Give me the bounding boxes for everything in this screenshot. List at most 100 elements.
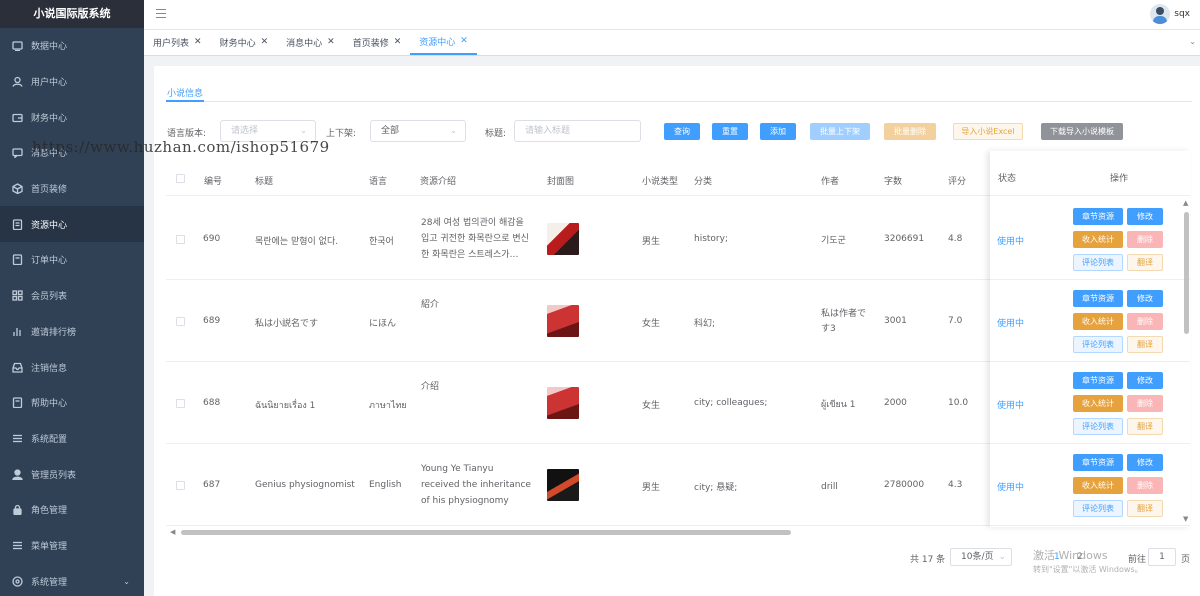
username[interactable]: sqx: [1174, 9, 1190, 19]
tag-message[interactable]: 消息中心 ✕: [277, 29, 344, 55]
select-all-checkbox[interactable]: [176, 174, 185, 183]
row-checkbox[interactable]: [176, 317, 185, 326]
batch-shelf-button[interactable]: 批量上下架: [810, 123, 870, 140]
row-checkbox[interactable]: [176, 399, 185, 408]
sidebar-item-12[interactable]: 管理员列表: [0, 456, 144, 492]
sidebar-item-2[interactable]: 财务中心: [0, 99, 144, 135]
edit-button[interactable]: 修改: [1127, 290, 1163, 307]
cell-title: 私は小説名です: [255, 319, 319, 329]
row-checkbox[interactable]: [176, 235, 185, 244]
sidebar-item-8[interactable]: 邀请排行榜: [0, 314, 144, 350]
income-button[interactable]: 收入统计: [1073, 477, 1123, 494]
sidebar-item-label: 会员列表: [31, 292, 68, 303]
sidebar-item-9[interactable]: 注销信息: [0, 349, 144, 385]
sidebar-item-label: 财务中心: [31, 113, 68, 124]
tag-resource[interactable]: 资源中心 ✕: [410, 29, 477, 55]
divider: [166, 101, 1192, 102]
query-button[interactable]: 查询: [664, 123, 700, 140]
scroll-left-icon[interactable]: ◀: [170, 528, 175, 536]
goto-page-input[interactable]: 1: [1148, 548, 1176, 566]
table-header: 编号 标题 语言 资源介绍 封面图 小说类型 分类 作者 字数 评分: [166, 162, 991, 196]
scroll-up-icon[interactable]: ▲: [1183, 199, 1188, 207]
windows-activation-hint: 转到"设置"以激活 Windows。: [1033, 565, 1143, 574]
chapter-button[interactable]: 章节资源: [1073, 208, 1123, 225]
comments-button[interactable]: 评论列表: [1073, 418, 1123, 435]
ops-row: 使用中 章节资源 修改 收入统计 删除 评论列表 翻译: [990, 444, 1190, 526]
sidebar-item-15[interactable]: 系统管理 ⌄: [0, 563, 144, 596]
translate-button[interactable]: 翻译: [1127, 418, 1163, 435]
tag-finance[interactable]: 财务中心 ✕: [211, 29, 278, 55]
tab-active-bar: [166, 100, 204, 102]
tag-label: 消息中心: [286, 38, 323, 49]
avatar[interactable]: [1150, 4, 1170, 24]
page-size-select[interactable]: 10条/页 ⌄: [950, 548, 1012, 566]
delete-button[interactable]: 删除: [1127, 477, 1163, 494]
cell-intro: 紹介: [421, 300, 440, 310]
download-template-button[interactable]: 下载导入小说模板: [1041, 123, 1123, 140]
vertical-scroll-thumb[interactable]: [1184, 212, 1189, 334]
chevron-down-icon[interactable]: ⌄: [1189, 37, 1196, 46]
chapter-button[interactable]: 章节资源: [1073, 454, 1123, 471]
close-icon[interactable]: ✕: [460, 36, 468, 46]
sidebar-item-1[interactable]: 用户中心: [0, 64, 144, 100]
status-link[interactable]: 使用中: [997, 398, 1024, 411]
delete-button[interactable]: 删除: [1127, 231, 1163, 248]
translate-button[interactable]: 翻译: [1127, 500, 1163, 517]
fixed-ops-column: 状态 操作 使用中 章节资源 修改 收入统计 删除 评论列表 翻译 使用中 章节资源 修改 收入统计…: [990, 151, 1190, 527]
status-link[interactable]: 使用中: [997, 234, 1024, 247]
sidebar-item-6[interactable]: 订单中心: [0, 242, 144, 278]
add-button[interactable]: 添加: [760, 123, 796, 140]
income-button[interactable]: 收入统计: [1073, 231, 1123, 248]
cell-score: 4.3: [948, 480, 963, 490]
sidebar-item-4[interactable]: 首页装修: [0, 171, 144, 207]
translate-button[interactable]: 翻译: [1127, 336, 1163, 353]
horizontal-scroll-thumb[interactable]: [181, 530, 791, 535]
close-icon[interactable]: ✕: [194, 37, 202, 47]
comments-button[interactable]: 评论列表: [1073, 336, 1123, 353]
cell-category: city; colleagues;: [694, 398, 768, 408]
chapter-button[interactable]: 章节资源: [1073, 290, 1123, 307]
hamburger-icon[interactable]: [156, 9, 166, 19]
shelf-select[interactable]: 全部 ⌄: [370, 120, 466, 142]
edit-button[interactable]: 修改: [1127, 208, 1163, 225]
status-link[interactable]: 使用中: [997, 316, 1024, 329]
comments-button[interactable]: 评论列表: [1073, 500, 1123, 517]
tab-novel-info[interactable]: 小说信息: [167, 86, 203, 99]
chapter-button[interactable]: 章节资源: [1073, 372, 1123, 389]
income-button[interactable]: 收入统计: [1073, 313, 1123, 330]
translate-button[interactable]: 翻译: [1127, 254, 1163, 271]
delete-button[interactable]: 删除: [1127, 395, 1163, 412]
sidebar-item-13[interactable]: 角色管理: [0, 492, 144, 528]
title-input[interactable]: 请输入标题: [514, 120, 641, 142]
cell-words: 3001: [884, 316, 907, 326]
row-checkbox[interactable]: [176, 481, 185, 490]
sidebar-item-10[interactable]: 帮助中心: [0, 385, 144, 421]
title-placeholder: 请输入标题: [525, 126, 571, 136]
tag-user-list[interactable]: 用户列表 ✕: [144, 29, 211, 55]
sidebar-item-7[interactable]: 会员列表: [0, 278, 144, 314]
sidebar-item-5[interactable]: 资源中心: [0, 206, 144, 243]
edit-button[interactable]: 修改: [1127, 454, 1163, 471]
cell-author: 기도군: [821, 236, 846, 246]
cell-category: history;: [694, 234, 728, 244]
close-icon[interactable]: ✕: [394, 37, 402, 47]
batch-delete-button[interactable]: 批量删除: [884, 123, 936, 140]
scroll-down-icon[interactable]: ▼: [1183, 515, 1188, 523]
close-icon[interactable]: ✕: [327, 37, 335, 47]
sidebar-item-11[interactable]: 系统配置: [0, 421, 144, 457]
tag-label: 首页装修: [352, 38, 389, 49]
delete-button[interactable]: 删除: [1127, 313, 1163, 330]
edit-button[interactable]: 修改: [1127, 372, 1163, 389]
tag-label: 资源中心: [419, 37, 456, 48]
reset-button[interactable]: 重置: [712, 123, 748, 140]
cell-score: 4.8: [948, 234, 963, 244]
close-icon[interactable]: ✕: [261, 37, 269, 47]
sidebar-item-14[interactable]: 菜单管理: [0, 528, 144, 564]
help-icon: [12, 397, 23, 409]
sidebar-item-0[interactable]: 数据中心: [0, 28, 144, 64]
comments-button[interactable]: 评论列表: [1073, 254, 1123, 271]
tag-home-decor[interactable]: 首页装修 ✕: [344, 29, 411, 55]
import-excel-button[interactable]: 导入小说Excel: [953, 123, 1023, 140]
status-link[interactable]: 使用中: [997, 480, 1024, 493]
income-button[interactable]: 收入统计: [1073, 395, 1123, 412]
